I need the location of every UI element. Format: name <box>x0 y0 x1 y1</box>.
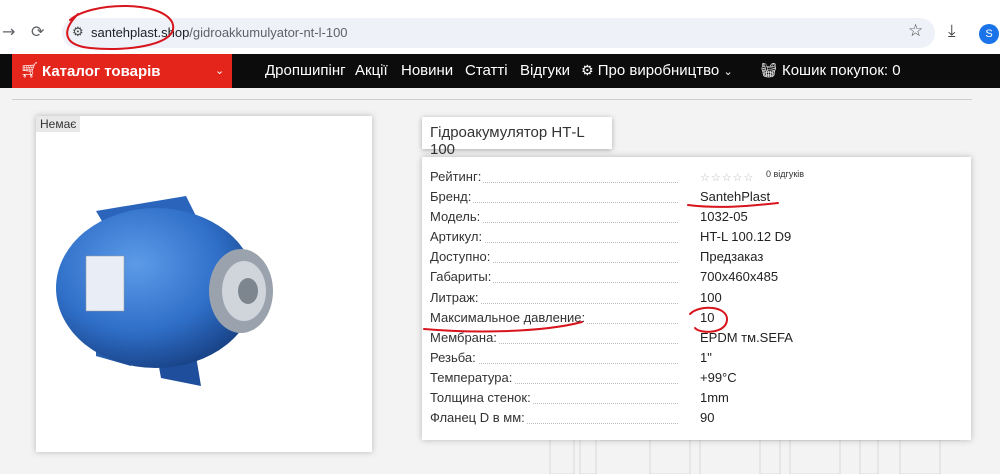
spec-key: Толщина стенок: <box>430 390 533 405</box>
spec-value: 700х460х485 <box>700 269 779 285</box>
url-host: santehplast.shop <box>91 25 190 40</box>
chevron-down-icon: ⌄ <box>215 64 225 77</box>
product-title: Гідроакумулятор НТ-L 100 <box>430 124 585 158</box>
star-icon[interactable]: ☆ <box>700 171 711 184</box>
star-icon[interactable]: ☆ <box>711 171 722 184</box>
forward-arrow-icon[interactable]: → <box>2 22 15 41</box>
nav-promotions[interactable]: Акції <box>355 62 388 79</box>
bookmark-star-icon[interactable]: ☆ <box>908 21 923 41</box>
spec-key: Литраж: <box>430 289 481 305</box>
spec-value: 1mm <box>700 390 729 405</box>
address-bar[interactable]: ⚙ santehplast.shop/gidroakkumulyator-nt-… <box>62 18 935 48</box>
spec-value: EPDM тм.SEFA <box>700 329 793 345</box>
spec-key: Модель: <box>430 209 483 225</box>
spec-row-rating: Рейтинг: ☆☆☆☆☆ 0 відгуків <box>430 167 960 187</box>
spec-value: SantehPlast <box>700 189 771 204</box>
spec-key: Мембрана: <box>430 329 499 345</box>
product-title-box: Гідроакумулятор НТ-L 100 <box>422 117 612 158</box>
spec-value: 100 <box>700 289 722 305</box>
download-icon[interactable]: ⤓ <box>948 21 956 41</box>
rating-stars[interactable]: ☆☆☆☆☆ <box>700 171 754 184</box>
site-info-icon[interactable]: ⚙ <box>72 25 84 40</box>
specs-table: Рейтинг: ☆☆☆☆☆ 0 відгуків Бренд: SantehPl… <box>422 157 971 440</box>
spec-value: 10 <box>700 309 715 325</box>
url-path: /gidroakkumulyator-nt-l-100 <box>189 25 348 40</box>
nav-news[interactable]: Новини <box>401 62 453 79</box>
spec-key: Доступно: <box>430 249 493 265</box>
spec-key: Фланец D в мм: <box>430 410 527 426</box>
spec-row: Литраж: 100 <box>430 288 960 308</box>
spec-key: Температура: <box>430 369 515 385</box>
star-icon[interactable]: ☆ <box>744 171 755 184</box>
spec-key: Рейтинг: <box>430 169 484 184</box>
nav-articles[interactable]: Статті <box>465 62 508 79</box>
header-divider <box>12 99 972 100</box>
spec-value: Предзаказ <box>700 249 764 265</box>
spec-row: Доступно: Предзаказ <box>430 247 960 267</box>
product-image-card[interactable] <box>36 116 372 452</box>
reload-icon[interactable]: ⟳ <box>31 22 44 41</box>
chevron-down-icon: ⌄ <box>723 65 733 78</box>
spec-row: Максимальное давление: 10 <box>430 308 960 328</box>
spec-row: Мембрана: EPDM тм.SEFA <box>430 328 960 348</box>
url-text[interactable]: santehplast.shop/gidroakkumulyator-nt-l-… <box>91 25 348 40</box>
spec-key: Артикул: <box>430 229 485 245</box>
profile-avatar[interactable]: S <box>979 24 999 44</box>
browser-toolbar: → ⟳ ⚙ santehplast.shop/gidroakkumulyator… <box>0 0 1000 54</box>
catalog-label: Каталог товарів <box>42 63 161 80</box>
spec-row: Фланец D в мм: 90 <box>430 408 960 428</box>
site-navbar: 🛒︎ Каталог товарів ⌄ Дропшипінг Акції Но… <box>0 54 1000 88</box>
spec-row: Температура: +99°С <box>430 368 960 388</box>
spec-value: HT-L 100.12 D9 <box>700 229 792 245</box>
spec-row: Артикул: HT-L 100.12 D9 <box>430 227 960 247</box>
spec-key: Бренд: <box>430 189 474 204</box>
spec-value: +99°С <box>700 369 737 385</box>
spec-row: Резьба: 1" <box>430 348 960 368</box>
basket-icon: 🧺︎ <box>760 63 778 79</box>
spec-row: Модель: 1032-05 <box>430 207 960 227</box>
nav-reviews[interactable]: Відгуки <box>520 62 570 79</box>
spec-value: 1" <box>700 349 712 365</box>
spec-key: Габариты: <box>430 269 494 285</box>
about-production-label: Про виробництво <box>597 62 720 79</box>
spec-row: Толщина стенок: 1mm <box>430 388 960 408</box>
star-icon[interactable]: ☆ <box>722 171 733 184</box>
spec-value: 1032-05 <box>700 209 748 225</box>
gear-icon: ⚙ <box>581 63 594 79</box>
product-image <box>56 196 273 386</box>
spec-key: Максимальное давление: <box>430 309 588 325</box>
star-icon[interactable]: ☆ <box>733 171 744 184</box>
spec-row: Бренд: SantehPlast <box>430 187 960 207</box>
cart-icon: 🛒︎ <box>20 61 40 79</box>
availability-badge: Немає <box>36 116 81 132</box>
spec-row: Габариты: 700х460х485 <box>430 267 960 287</box>
nav-dropshipping[interactable]: Дропшипінг <box>265 62 346 79</box>
spec-value: 90 <box>700 410 715 426</box>
catalog-button[interactable]: 🛒︎ Каталог товарів ⌄ <box>12 54 232 88</box>
cart-label: Кошик покупок: 0 <box>781 62 901 79</box>
spec-key: Резьба: <box>430 349 478 365</box>
reviews-count[interactable]: 0 відгуків <box>766 169 804 179</box>
nav-about-production[interactable]: ⚙ Про виробництво ⌄ <box>581 62 733 79</box>
nav-cart[interactable]: 🧺︎ Кошик покупок: 0 <box>760 62 901 79</box>
